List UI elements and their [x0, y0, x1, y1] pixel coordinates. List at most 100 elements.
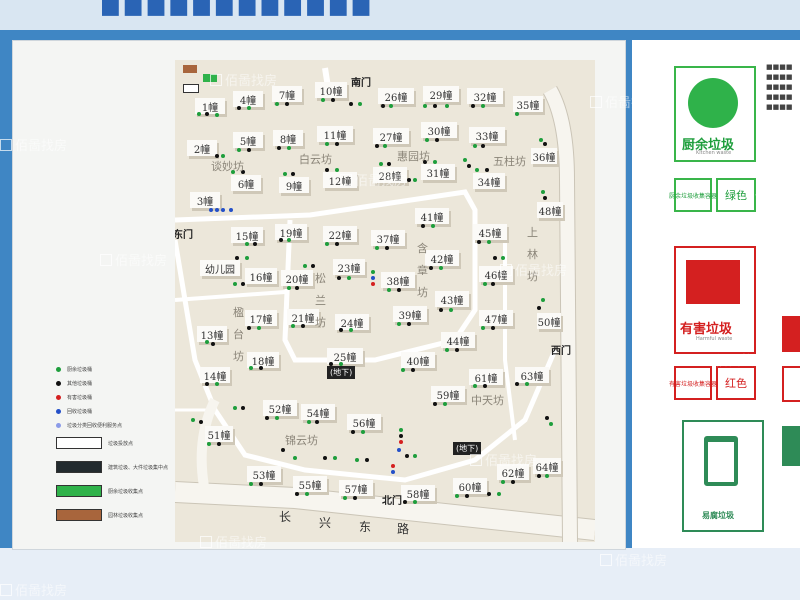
building: 14幢 — [200, 367, 230, 383]
area-label: 五柱坊 — [493, 155, 526, 168]
bin-point-green — [539, 138, 543, 142]
bin-point-green — [237, 148, 241, 152]
area-label: 谈妙坊 — [211, 160, 244, 173]
bin-point-green — [275, 102, 279, 106]
building: 8幢 — [273, 130, 303, 146]
bin-point-blue — [371, 276, 375, 280]
bin-point-green — [233, 282, 237, 286]
bin-point-green — [449, 308, 453, 312]
building: 40幢 — [401, 352, 435, 368]
building: 5幢 — [233, 132, 263, 148]
bin-point-black — [491, 326, 495, 330]
bin-point-green — [545, 474, 549, 478]
bin-point-green — [497, 492, 501, 496]
kitchen-waste-card: 厨余垃圾 Kitchen waste — [674, 66, 756, 162]
bin-point-black — [477, 240, 481, 244]
watermark: 佰啚找房 — [340, 170, 407, 189]
bin-point-green — [347, 276, 351, 280]
legend-label: 回收垃圾桶 — [67, 408, 93, 415]
area-label-char: 坊 — [233, 350, 244, 363]
building: 57幢 — [339, 480, 373, 496]
bin-point-green — [205, 340, 209, 344]
building: 17幢 — [245, 310, 277, 326]
legend-label: 垃圾投放点 — [108, 440, 134, 447]
legend-item: 有害垃圾桶 — [56, 390, 92, 404]
bin-point-black — [433, 104, 437, 108]
gate-label: 北门 — [382, 496, 402, 507]
bin-point-black — [411, 368, 415, 372]
bin-point-black — [235, 256, 239, 260]
bin-point-green — [431, 224, 435, 228]
bin-point-black — [381, 104, 385, 108]
bin-point-green — [455, 494, 459, 498]
kitchen-container-tag: 厨余垃圾收集容器 — [669, 178, 717, 212]
building: 6幢 — [231, 175, 261, 191]
watermark: 佰啚找房 — [0, 580, 67, 599]
bin-point-black — [537, 474, 541, 478]
community-map: 1幢 4幢 7幢 10幢 26幢 29幢 32幢 35幢 2幢 5幢 8幢 11幢 27幢 30幢 33幢 3… — [175, 60, 595, 542]
bin-point-black — [325, 168, 329, 172]
underground-point-label: (地下) — [327, 366, 356, 379]
bin-point-green — [293, 456, 297, 460]
bin-point-green — [439, 266, 443, 270]
bin-point-black — [241, 406, 245, 410]
legend-item: 其他垃圾桶 — [56, 376, 92, 390]
building: 3幢 — [190, 192, 220, 208]
bin-point-green — [343, 496, 347, 500]
bin-point-black — [281, 448, 285, 452]
bin-point-green — [287, 286, 291, 290]
bin-point-black — [237, 106, 241, 110]
bin-point-green — [445, 104, 449, 108]
bin-point-green — [483, 282, 487, 286]
bin-point-black — [365, 458, 369, 462]
building: 37幢 — [371, 230, 405, 246]
building: 48幢 — [537, 202, 563, 218]
legend-dot — [56, 408, 61, 414]
bin-point-black — [465, 494, 469, 498]
bin-point-green — [358, 102, 362, 106]
bin-point-black — [199, 420, 203, 424]
building: 36幢 — [531, 148, 557, 164]
building: 47幢 — [479, 310, 513, 326]
bin-point-green — [257, 326, 261, 330]
bin-point-black — [259, 366, 263, 370]
bin-point-black — [279, 238, 283, 242]
trash-bin-icon — [704, 436, 738, 486]
bin-point-black — [493, 256, 497, 260]
bin-point-black — [353, 496, 357, 500]
bin-point-black — [405, 454, 409, 458]
harmful-waste-en: Harmful waste — [696, 336, 733, 342]
area-label: 锦云坊 — [285, 434, 318, 447]
building: 11幢 — [317, 126, 353, 142]
road-name-char: 路 — [397, 522, 410, 536]
bin-point-green — [275, 416, 279, 420]
road-name-char: 东 — [359, 520, 372, 534]
bin-point-green — [473, 144, 477, 148]
legend-label: 建筑垃圾、大件垃圾集中点 — [108, 464, 169, 471]
bin-point-green — [245, 256, 249, 260]
watermark: 佰啚找房 — [590, 92, 657, 111]
building: 55幢 — [293, 476, 327, 492]
legend-label: 有害垃圾桶 — [67, 394, 93, 401]
building: 45幢 — [473, 224, 507, 240]
bin-point-black — [277, 146, 281, 150]
bin-point-black — [515, 382, 519, 386]
bin-point-black — [403, 500, 407, 504]
legend-item: 厨余垃圾收集点 — [56, 484, 143, 498]
watermark: 佰啚找房 — [600, 550, 667, 569]
building: 13幢 — [197, 326, 227, 342]
bin-point-blue — [229, 208, 233, 212]
legend-swatch — [56, 461, 102, 473]
bin-point-black — [543, 196, 547, 200]
building: 22幢 — [323, 226, 357, 242]
area-label-char: 坊 — [315, 316, 326, 329]
building: 42幢 — [425, 250, 459, 266]
bin-point-green — [303, 264, 307, 268]
bin-point-green — [325, 242, 329, 246]
building: 29幢 — [423, 86, 459, 102]
building: 26幢 — [378, 88, 414, 104]
bin-point-green — [501, 480, 505, 484]
building: 51幢 — [205, 426, 233, 442]
bin-point-green — [473, 384, 477, 388]
building: 30幢 — [421, 122, 457, 138]
